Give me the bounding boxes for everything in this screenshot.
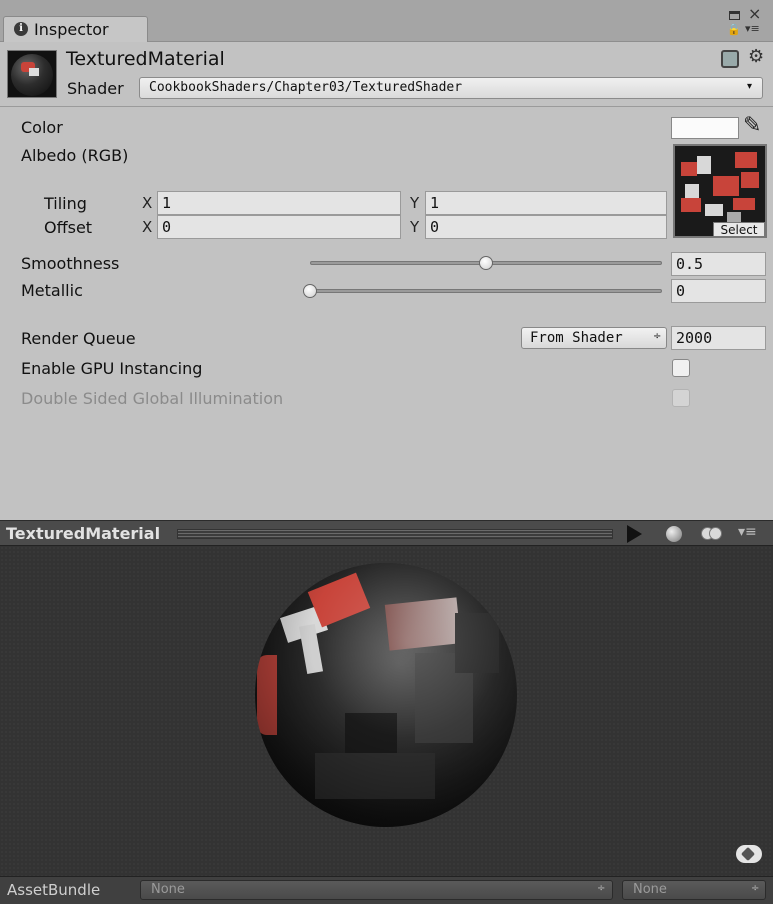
stepper-arrows-icon: ÷: [751, 883, 760, 894]
texture-tile: [735, 152, 757, 168]
eyedropper-icon[interactable]: ✎: [743, 113, 761, 138]
texture-tile: [681, 162, 697, 176]
smoothness-slider-thumb[interactable]: [479, 256, 493, 270]
preview-resize-grip[interactable]: [177, 529, 613, 539]
chevron-down-icon: ▾: [747, 81, 753, 92]
smoothness-label: Smoothness: [21, 254, 120, 273]
texture-tile: [713, 176, 739, 196]
close-icon[interactable]: ×: [748, 4, 761, 23]
play-icon[interactable]: [627, 525, 642, 543]
texture-tile: [697, 156, 711, 174]
texture-select-button[interactable]: Select: [713, 222, 765, 236]
asset-bundle-bar: AssetBundle None ÷ None ÷: [0, 876, 773, 904]
render-queue-mode-value: From Shader: [530, 330, 623, 346]
preview-sphere: [255, 563, 517, 827]
preview-lights-icon[interactable]: [701, 527, 723, 541]
material-thumbnail-sphere: [11, 54, 53, 96]
inspector-tab-label: Inspector: [34, 20, 109, 39]
metallic-slider-track[interactable]: [310, 289, 662, 293]
tiling-label: Tiling: [44, 194, 87, 213]
preview-title: TexturedMaterial: [6, 524, 161, 543]
info-icon: i: [14, 22, 28, 36]
maximize-icon[interactable]: [729, 11, 740, 20]
metallic-slider-thumb[interactable]: [303, 284, 317, 298]
double-sided-gi-label: Double Sided Global Illumination: [21, 389, 284, 408]
tiling-y-label: Y: [410, 194, 420, 212]
albedo-texture-slot[interactable]: Select: [673, 144, 767, 238]
render-queue-dropdown[interactable]: From Shader ÷: [521, 327, 667, 349]
gpu-instancing-checkbox[interactable]: [672, 359, 690, 377]
metallic-label: Metallic: [21, 281, 83, 300]
render-queue-value-field[interactable]: 2000: [671, 326, 766, 350]
texture-tile: [705, 204, 723, 216]
preview-menu-icon[interactable]: ▾≡: [738, 524, 757, 540]
color-swatch[interactable]: [671, 117, 739, 139]
metallic-value-field[interactable]: 0: [671, 279, 766, 303]
inspector-tab-bar: i Inspector × 🔒 ▾≡: [0, 0, 773, 42]
tiling-y-field[interactable]: 1: [425, 191, 667, 215]
sphere-shading: [255, 563, 517, 827]
stepper-arrows-icon: ÷: [653, 331, 662, 342]
tag-icon[interactable]: [736, 845, 762, 863]
thumbnail-white-patch: [29, 68, 39, 76]
texture-tile: [681, 198, 701, 212]
asset-bundle-variant-value: None: [633, 882, 667, 897]
shader-dropdown-value: CookbookShaders/Chapter03/TexturedShader: [149, 80, 463, 95]
preview-header[interactable]: TexturedMaterial ▾≡: [0, 520, 773, 546]
color-label: Color: [21, 118, 63, 137]
shader-label: Shader: [67, 79, 124, 98]
asset-bundle-variant-dropdown[interactable]: None ÷: [622, 880, 766, 900]
offset-x-field[interactable]: 0: [157, 215, 401, 239]
asset-bundle-label: AssetBundle: [7, 881, 101, 899]
lock-icon[interactable]: 🔒: [727, 23, 741, 36]
material-name: TexturedMaterial: [66, 48, 225, 70]
material-preview-viewport[interactable]: [0, 546, 773, 876]
asset-bundle-value: None: [151, 882, 185, 897]
offset-y-field[interactable]: 0: [425, 215, 667, 239]
render-queue-label: Render Queue: [21, 329, 136, 348]
tiling-x-label: X: [142, 194, 153, 212]
gear-icon[interactable]: ⚙: [748, 46, 764, 67]
stepper-arrows-icon: ÷: [597, 883, 606, 894]
offset-x-label: X: [142, 218, 153, 236]
help-book-icon[interactable]: [721, 50, 739, 68]
preview-sphere-icon[interactable]: [666, 526, 682, 542]
texture-tile: [685, 184, 699, 198]
smoothness-value-field[interactable]: 0.5: [671, 252, 766, 276]
header-divider: [0, 106, 773, 107]
offset-y-label: Y: [410, 218, 420, 236]
albedo-label: Albedo (RGB): [21, 146, 129, 165]
window-menu-icon[interactable]: ▾≡: [745, 22, 760, 35]
gpu-instancing-label: Enable GPU Instancing: [21, 359, 203, 378]
shader-dropdown[interactable]: CookbookShaders/Chapter03/TexturedShader…: [139, 77, 763, 99]
tiling-x-field[interactable]: 1: [157, 191, 401, 215]
double-sided-gi-checkbox: [672, 389, 690, 407]
texture-tile: [741, 172, 759, 188]
asset-bundle-dropdown[interactable]: None ÷: [140, 880, 613, 900]
texture-tile: [733, 198, 755, 210]
offset-label: Offset: [44, 218, 93, 237]
inspector-tab[interactable]: i Inspector: [3, 16, 148, 42]
material-thumbnail: [7, 50, 57, 98]
